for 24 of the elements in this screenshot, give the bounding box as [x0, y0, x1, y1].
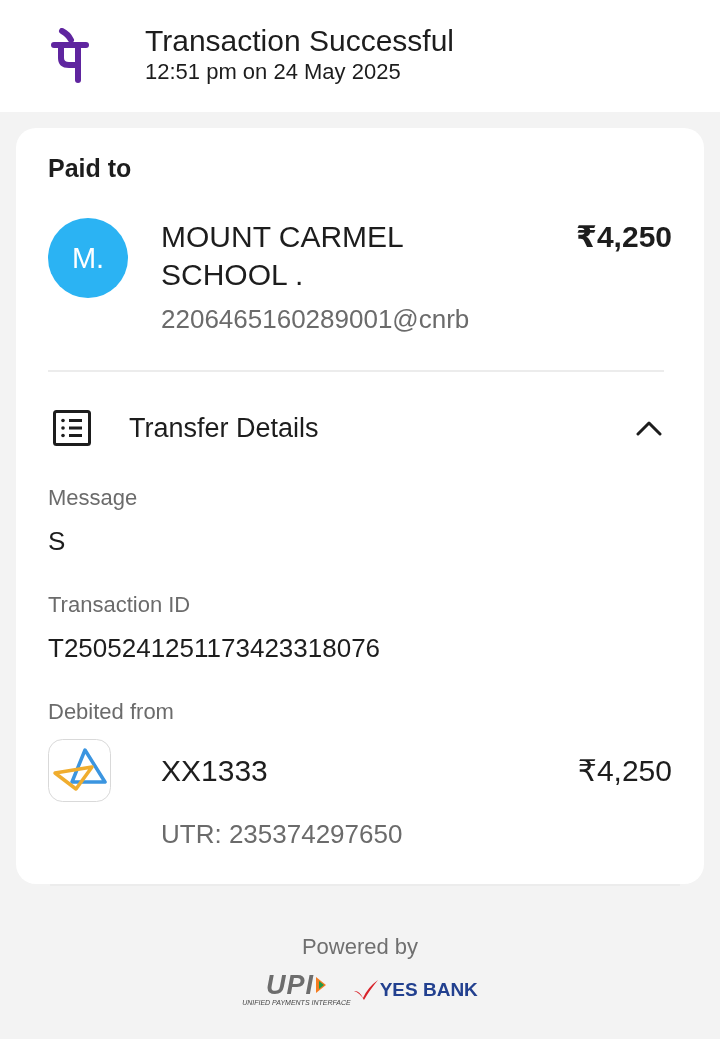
field-value: T2505241251173423318076 — [48, 632, 381, 665]
account-number: XX1333 — [161, 752, 268, 789]
upi-logo-text: UPI — [265, 972, 314, 998]
field-label: Message — [48, 484, 138, 512]
list-icon — [53, 410, 91, 446]
field-label: Debited from — [48, 698, 174, 726]
payee-name: MOUNT CARMEL SCHOOL . — [161, 219, 404, 293]
payee-avatar: M. — [48, 218, 128, 298]
bank-logo-text: YES BANK — [379, 978, 478, 1001]
paid-amount: ₹4,250 — [576, 219, 672, 255]
powered-by-label: Powered by — [301, 933, 419, 961]
transaction-timestamp: 12:51 pm on 24 May 2025 — [145, 59, 401, 85]
transaction-status-title: Transaction Successful — [145, 23, 455, 59]
utr-number: UTR: 235374297650 — [161, 818, 403, 851]
app-logo-icon — [51, 28, 89, 84]
chevron-up-icon[interactable] — [636, 420, 662, 436]
debited-amount: ₹4,250 — [577, 752, 672, 789]
payee-upi-id: 2206465160289001@cnrb — [161, 303, 470, 336]
arrow-icon — [314, 976, 327, 994]
paid-to-label: Paid to — [48, 154, 132, 182]
field-label: Transaction ID — [48, 591, 191, 619]
field-value: S — [48, 525, 66, 558]
check-icon — [352, 978, 379, 1001]
bank-logo-icon — [48, 739, 111, 802]
